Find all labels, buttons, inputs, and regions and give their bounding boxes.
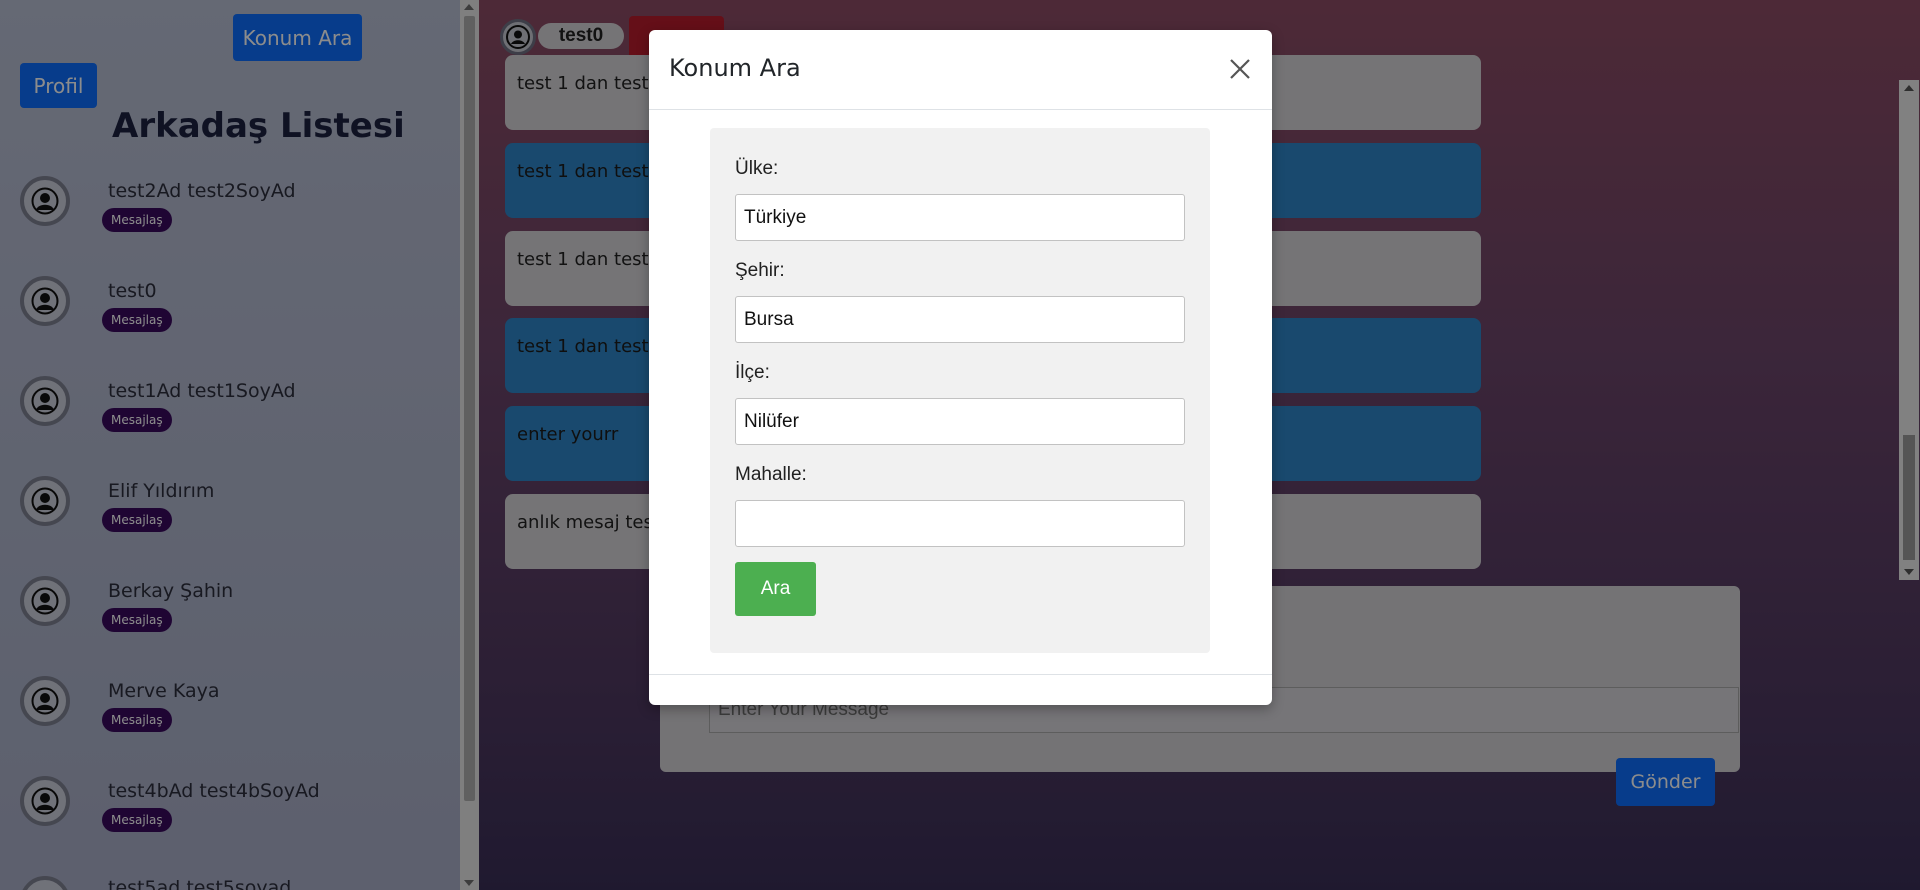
city-field[interactable] [735,296,1185,343]
modal-footer-divider [649,674,1272,675]
country-field[interactable] [735,194,1185,241]
location-form: Ülke: Şehir: İlçe: Mahalle: Ara [710,128,1210,653]
neighborhood-label: Mahalle: [735,464,807,485]
modal-header: Konum Ara [649,30,1272,110]
city-label: Şehir: [735,260,785,281]
neighborhood-field[interactable] [735,500,1185,547]
konum-ara-modal: Konum Ara Ülke: Şehir: İlçe: Mahalle: Ar… [649,30,1272,705]
district-label: İlçe: [735,362,770,383]
modal-title: Konum Ara [669,54,801,82]
country-label: Ülke: [735,158,779,179]
search-button[interactable]: Ara [735,562,816,616]
district-field[interactable] [735,398,1185,445]
close-icon[interactable] [1225,54,1255,84]
